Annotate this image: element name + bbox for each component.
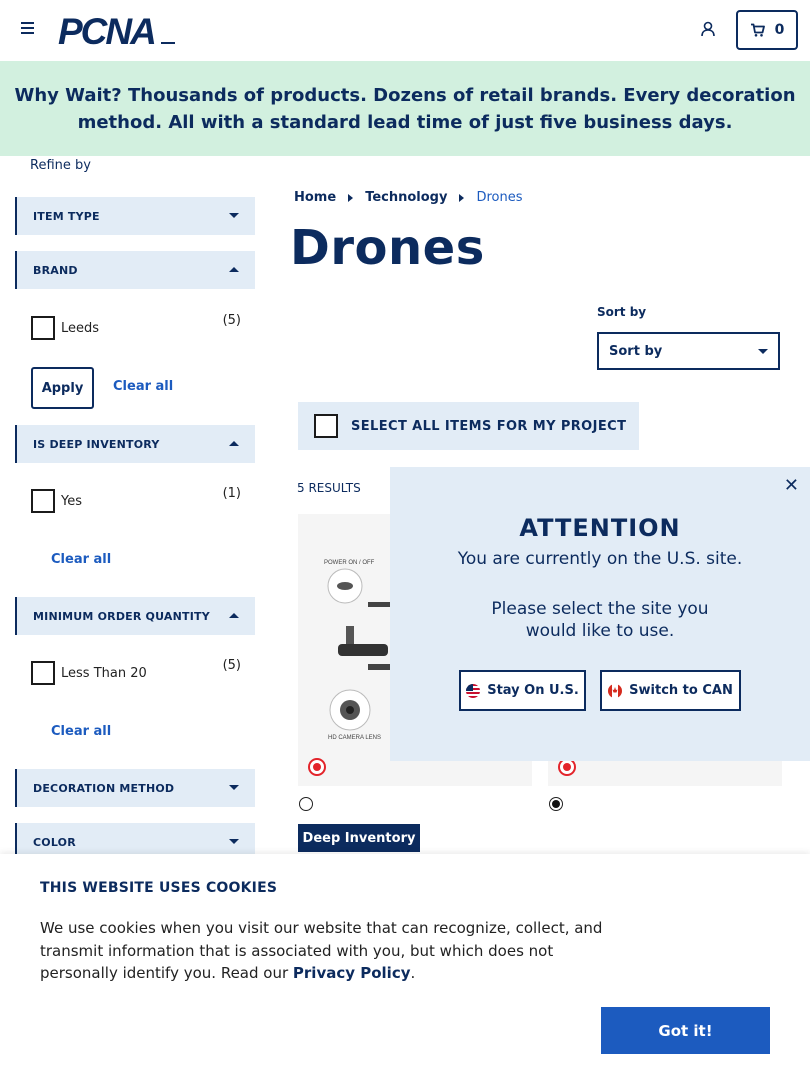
refine-by-label: Refine by <box>30 158 91 173</box>
stay-label: Stay On U.S. <box>487 683 579 698</box>
deep-inventory-badge: Deep Inventory <box>298 824 420 852</box>
results-count: 5 RESULTS <box>297 481 361 495</box>
promo-body: Thousands of products. Dozens of retail … <box>77 84 796 133</box>
breadcrumb-home[interactable]: Home <box>294 190 336 205</box>
clear-all-deep-link[interactable]: Clear all <box>51 552 111 567</box>
logo-text: PCNA <box>58 13 155 47</box>
cart-count: 0 <box>774 22 785 38</box>
facet-label: BRAND <box>33 263 78 277</box>
apply-button[interactable]: Apply <box>31 367 94 409</box>
checkbox[interactable] <box>31 661 55 685</box>
switch-label: Switch to CAN <box>629 683 733 698</box>
image-label-power: POWER ON / OFF <box>324 560 375 566</box>
breadcrumb-arrow-icon <box>459 193 465 202</box>
chevron-down-icon <box>229 785 239 790</box>
account-icon[interactable] <box>699 20 717 38</box>
promo-text: Why Wait? Thousands of products. Dozens … <box>10 82 800 136</box>
select-all-label: SELECT ALL ITEMS FOR MY PROJECT <box>351 418 627 434</box>
option-label: Leeds <box>61 320 100 336</box>
checkbox[interactable] <box>31 316 55 340</box>
site-selector-modal: ✕ ATTENTION You are currently on the U.S… <box>390 467 810 761</box>
option-label: Less Than 20 <box>61 665 147 681</box>
breadcrumb-current: Drones <box>476 190 523 205</box>
checkbox[interactable] <box>314 414 338 438</box>
chevron-down-icon <box>229 213 239 218</box>
option-count: (1) <box>222 486 241 501</box>
modal-prompt-line-2: would like to use. <box>525 621 675 641</box>
facet-label: DECORATION METHOD <box>33 781 175 795</box>
clear-all-moq-link[interactable]: Clear all <box>51 724 111 739</box>
facet-label: MINIMUM ORDER QUANTITY <box>33 609 210 623</box>
canada-flag-icon <box>608 683 623 698</box>
modal-title: ATTENTION <box>519 514 681 542</box>
breadcrumb-arrow-icon <box>348 193 354 202</box>
cart-icon <box>750 23 765 37</box>
option-label: Yes <box>61 493 82 509</box>
close-icon[interactable]: ✕ <box>784 475 799 496</box>
cookie-title: THIS WEBSITE USES COOKIES <box>40 880 278 896</box>
facet-label: COLOR <box>33 835 76 849</box>
facet-item-type[interactable]: ITEM TYPE <box>15 197 255 235</box>
color-swatch-black[interactable] <box>549 797 563 811</box>
checkbox[interactable] <box>31 489 55 513</box>
cookie-text: We use cookies when you visit our websit… <box>40 917 620 985</box>
chevron-down-icon <box>229 839 239 844</box>
chevron-up-icon <box>229 441 239 446</box>
sort-value: Sort by <box>609 343 663 359</box>
facet-brand[interactable]: BRAND <box>15 251 255 289</box>
sort-select[interactable]: Sort by <box>597 332 780 370</box>
select-all-items[interactable]: SELECT ALL ITEMS FOR MY PROJECT <box>298 402 639 450</box>
cart-button[interactable]: 0 <box>736 10 798 50</box>
page-title: Drones <box>290 220 485 276</box>
facet-label: ITEM TYPE <box>33 209 100 223</box>
site-header: PCNA 0 <box>0 0 810 61</box>
facet-decoration-method[interactable]: DECORATION METHOD <box>15 769 255 807</box>
breadcrumb: Home Technology Drones <box>294 190 523 205</box>
clear-all-brand-link[interactable]: Clear all <box>113 379 173 394</box>
privacy-policy-link[interactable]: Privacy Policy <box>293 964 411 982</box>
sort-label: Sort by <box>597 305 647 319</box>
page: PCNA 0 Why Wait? Thousands of products. … <box>0 0 810 1080</box>
facet-is-deep-inventory[interactable]: IS DEEP INVENTORY <box>15 425 255 463</box>
promo-lead: Why Wait? <box>14 84 122 106</box>
chevron-down-icon <box>758 349 768 354</box>
360-view-icon[interactable] <box>308 758 326 776</box>
us-flag-icon <box>466 683 481 698</box>
image-label-camera: HD CAMERA LENS <box>328 735 381 741</box>
promo-banner: Why Wait? Thousands of products. Dozens … <box>0 61 810 156</box>
cookie-banner: THIS WEBSITE USES COOKIES We use cookies… <box>0 854 810 1080</box>
breadcrumb-technology[interactable]: Technology <box>365 190 447 205</box>
option-count: (5) <box>222 313 241 328</box>
chevron-up-icon <box>229 613 239 618</box>
facet-minimum-order-quantity[interactable]: MINIMUM ORDER QUANTITY <box>15 597 255 635</box>
facet-label: IS DEEP INVENTORY <box>33 437 160 451</box>
brand-option-leeds[interactable]: Leeds (5) <box>31 313 243 341</box>
switch-to-can-button[interactable]: Switch to CAN <box>600 670 741 711</box>
option-count: (5) <box>222 658 241 673</box>
chevron-up-icon <box>229 267 239 272</box>
modal-prompt-line-1: Please select the site you <box>491 599 709 619</box>
moq-option-less-than-20[interactable]: Less Than 20 (5) <box>31 658 243 686</box>
stay-on-us-button[interactable]: Stay On U.S. <box>459 670 586 711</box>
got-it-button[interactable]: Got it! <box>601 1007 770 1054</box>
deep-inventory-option-yes[interactable]: Yes (1) <box>31 486 243 514</box>
modal-message: You are currently on the U.S. site. <box>457 549 743 569</box>
color-swatch-white[interactable] <box>299 797 313 811</box>
menu-icon[interactable] <box>21 22 35 36</box>
cookie-suffix: . <box>410 964 416 982</box>
pcna-logo[interactable]: PCNA <box>58 13 176 47</box>
